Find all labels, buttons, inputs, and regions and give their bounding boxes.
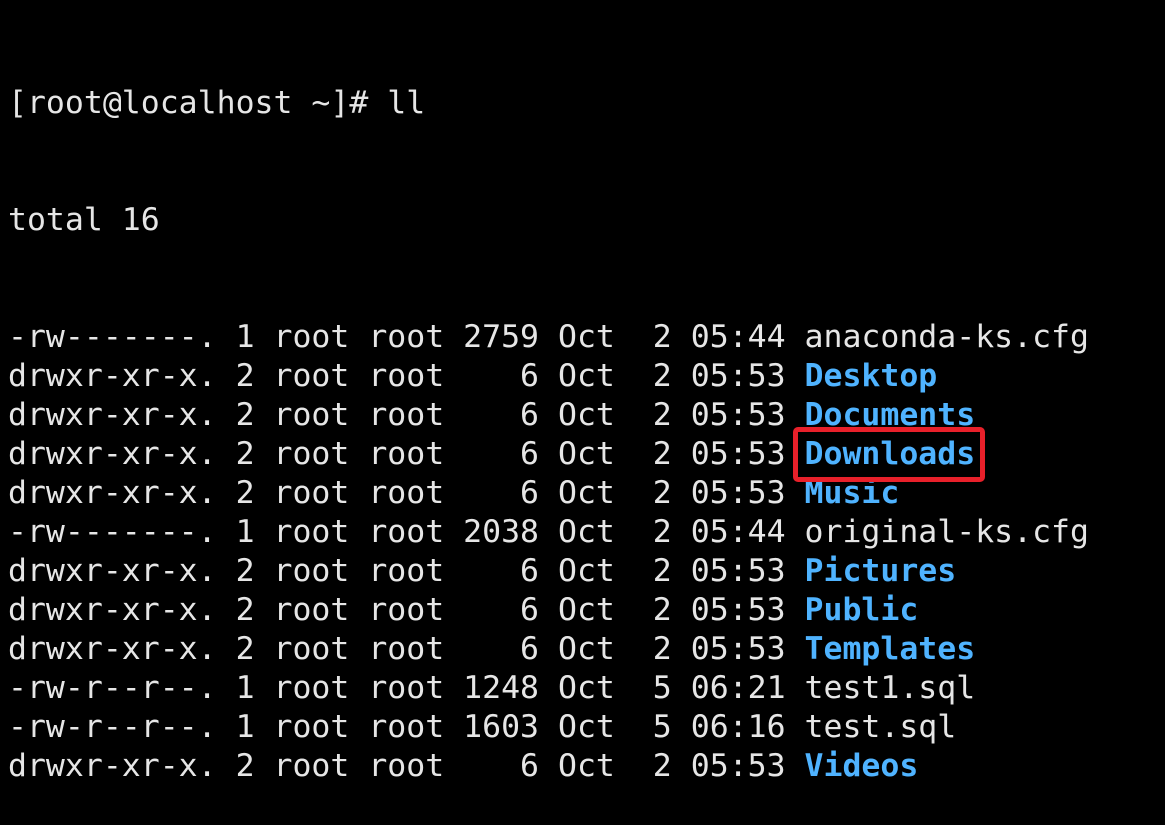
file-meta: drwxr-xr-x. 2 root root 6 Oct 2 05:53 <box>8 475 805 511</box>
directory-name: Pictures <box>804 553 957 589</box>
file-name: test1.sql <box>804 670 976 706</box>
file-meta: -rw-------. 1 root root 2759 Oct 2 05:44 <box>8 319 805 355</box>
listing-row: -rw-r--r--. 1 root root 1248 Oct 5 06:21… <box>8 669 1089 708</box>
file-meta: drwxr-xr-x. 2 root root 6 Oct 2 05:53 <box>8 553 805 589</box>
total-line: total 16 <box>8 202 160 238</box>
file-meta: drwxr-xr-x. 2 root root 6 Oct 2 05:53 <box>8 748 805 784</box>
file-meta: drwxr-xr-x. 2 root root 6 Oct 2 05:53 <box>8 358 805 394</box>
directory-name: Templates <box>804 631 976 667</box>
file-name: anaconda-ks.cfg <box>804 319 1089 355</box>
listing-row: -rw-r--r--. 1 root root 1603 Oct 5 06:16… <box>8 708 1089 747</box>
file-meta: -rw-r--r--. 1 root root 1603 Oct 5 06:16 <box>8 709 805 745</box>
highlight-box <box>793 427 985 482</box>
listing-row: drwxr-xr-x. 2 root root 6 Oct 2 05:53 Pi… <box>8 552 1089 591</box>
directory-name: Desktop <box>804 358 938 394</box>
file-meta: drwxr-xr-x. 2 root root 6 Oct 2 05:53 <box>8 397 805 433</box>
listing-row: drwxr-xr-x. 2 root root 6 Oct 2 05:53 De… <box>8 357 1089 396</box>
file-meta: -rw-------. 1 root root 2038 Oct 2 05:44 <box>8 514 805 550</box>
terminal-output[interactable]: [root@localhost ~]# ll total 16 -rw-----… <box>8 6 1089 825</box>
listing-row: drwxr-xr-x. 2 root root 6 Oct 2 05:53 Vi… <box>8 747 1089 786</box>
listing: -rw-------. 1 root root 2759 Oct 2 05:44… <box>8 318 1089 786</box>
listing-row: drwxr-xr-x. 2 root root 6 Oct 2 05:53 Te… <box>8 630 1089 669</box>
listing-row: -rw-------. 1 root root 2038 Oct 2 05:44… <box>8 513 1089 552</box>
file-name: test.sql <box>804 709 957 745</box>
directory-name: Videos <box>804 748 919 784</box>
file-meta: -rw-r--r--. 1 root root 1248 Oct 5 06:21 <box>8 670 805 706</box>
directory-name: Public <box>804 592 919 628</box>
file-name: original-ks.cfg <box>804 514 1089 550</box>
listing-row: -rw-------. 1 root root 2759 Oct 2 05:44… <box>8 318 1089 357</box>
listing-row: drwxr-xr-x. 2 root root 6 Oct 2 05:53 Pu… <box>8 591 1089 630</box>
command-prompt-line: [root@localhost ~]# ll <box>8 85 426 121</box>
file-meta: drwxr-xr-x. 2 root root 6 Oct 2 05:53 <box>8 592 805 628</box>
file-meta: drwxr-xr-x. 2 root root 6 Oct 2 05:53 <box>8 631 805 667</box>
file-meta: drwxr-xr-x. 2 root root 6 Oct 2 05:53 <box>8 436 805 472</box>
